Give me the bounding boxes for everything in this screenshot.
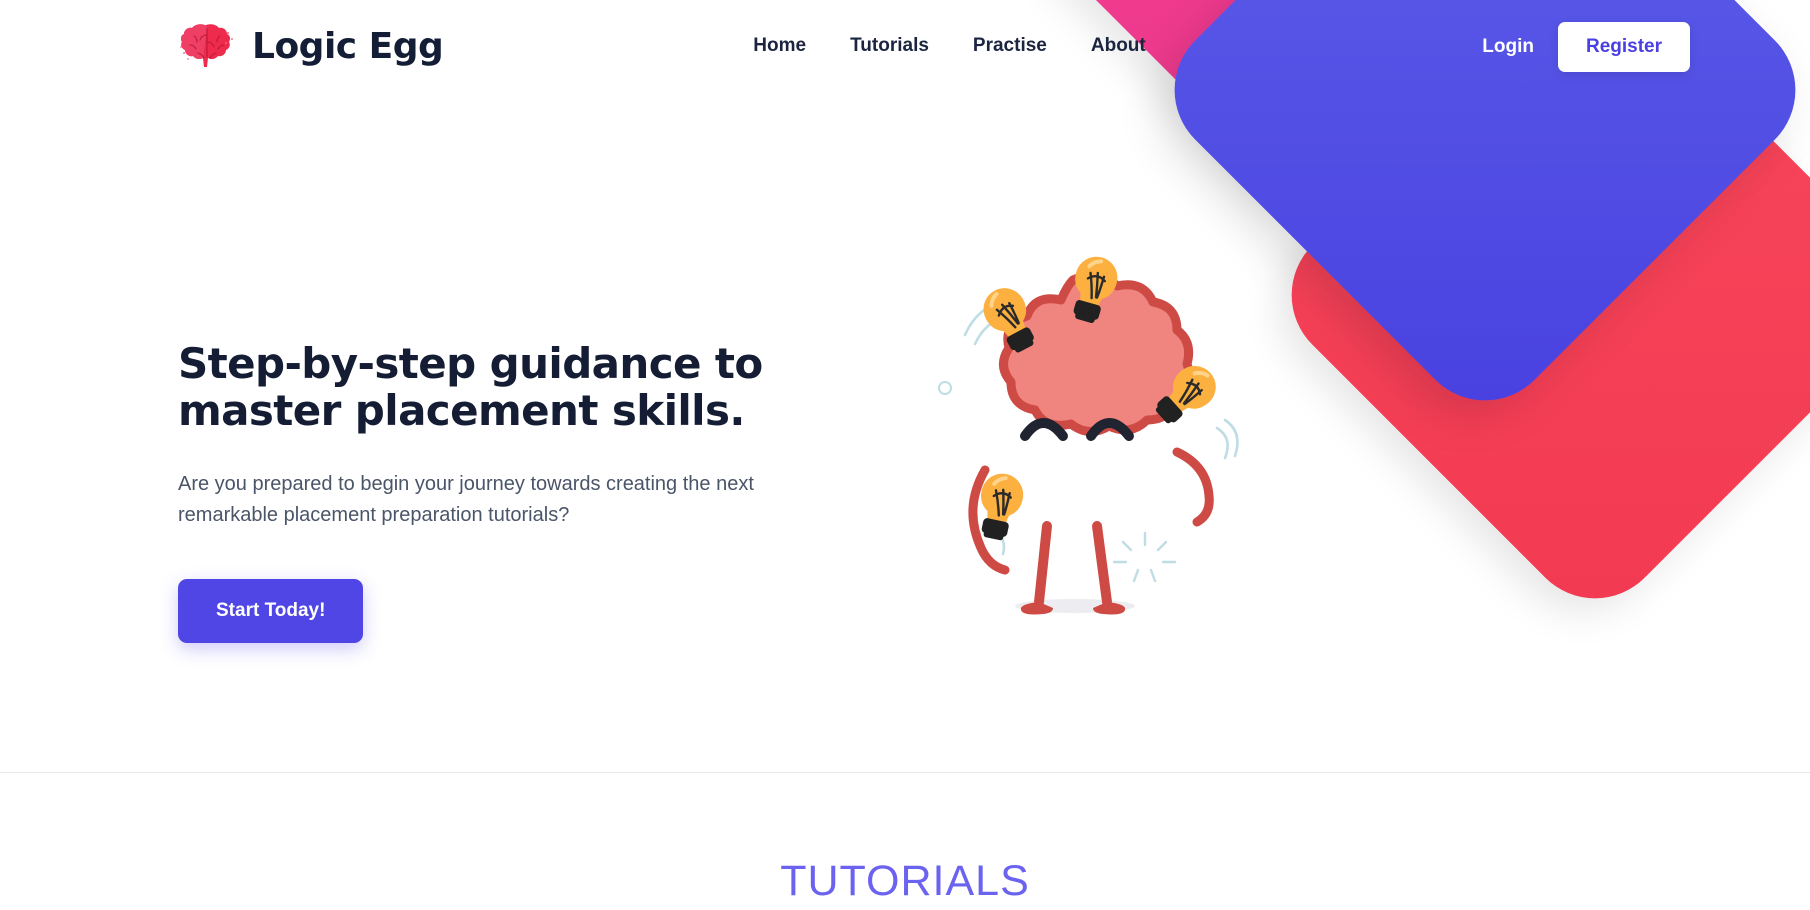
hero-title-line-1: Step-by-step guidance to [178,339,763,388]
hero-copy: Step-by-step guidance to master placemen… [178,340,778,644]
hero-section: Step-by-step guidance to master placemen… [0,0,1810,773]
nav-item-tutorials[interactable]: Tutorials [850,35,929,57]
brand-name: Logic Egg [252,25,444,67]
landing-page: Logic Egg Home Tutorials Practise About … [0,0,1810,910]
register-button[interactable]: Register [1557,22,1690,72]
main-nav: Home Tutorials Practise About [753,35,1145,57]
tutorials-heading: TUTORIALS [780,857,1030,905]
hero-illustration [925,240,1255,620]
brand-logo[interactable]: Logic Egg [178,23,444,69]
hero-subtitle: Are you prepared to begin your journey t… [178,473,754,527]
site-header: Logic Egg Home Tutorials Practise About … [0,0,1810,92]
start-today-button[interactable]: Start Today! [178,579,364,644]
hero-title: Step-by-step guidance to master placemen… [178,340,778,434]
login-link[interactable]: Login [1482,36,1534,58]
nav-item-about[interactable]: About [1091,35,1146,57]
auth-actions: Login Register [1482,22,1690,72]
brain-icon [178,23,236,69]
tutorials-section: TUTORIALS [0,773,1810,910]
hero-title-line-2: master placement skills. [178,386,745,436]
nav-item-practise[interactable]: Practise [973,35,1047,57]
nav-item-home[interactable]: Home [753,35,806,57]
